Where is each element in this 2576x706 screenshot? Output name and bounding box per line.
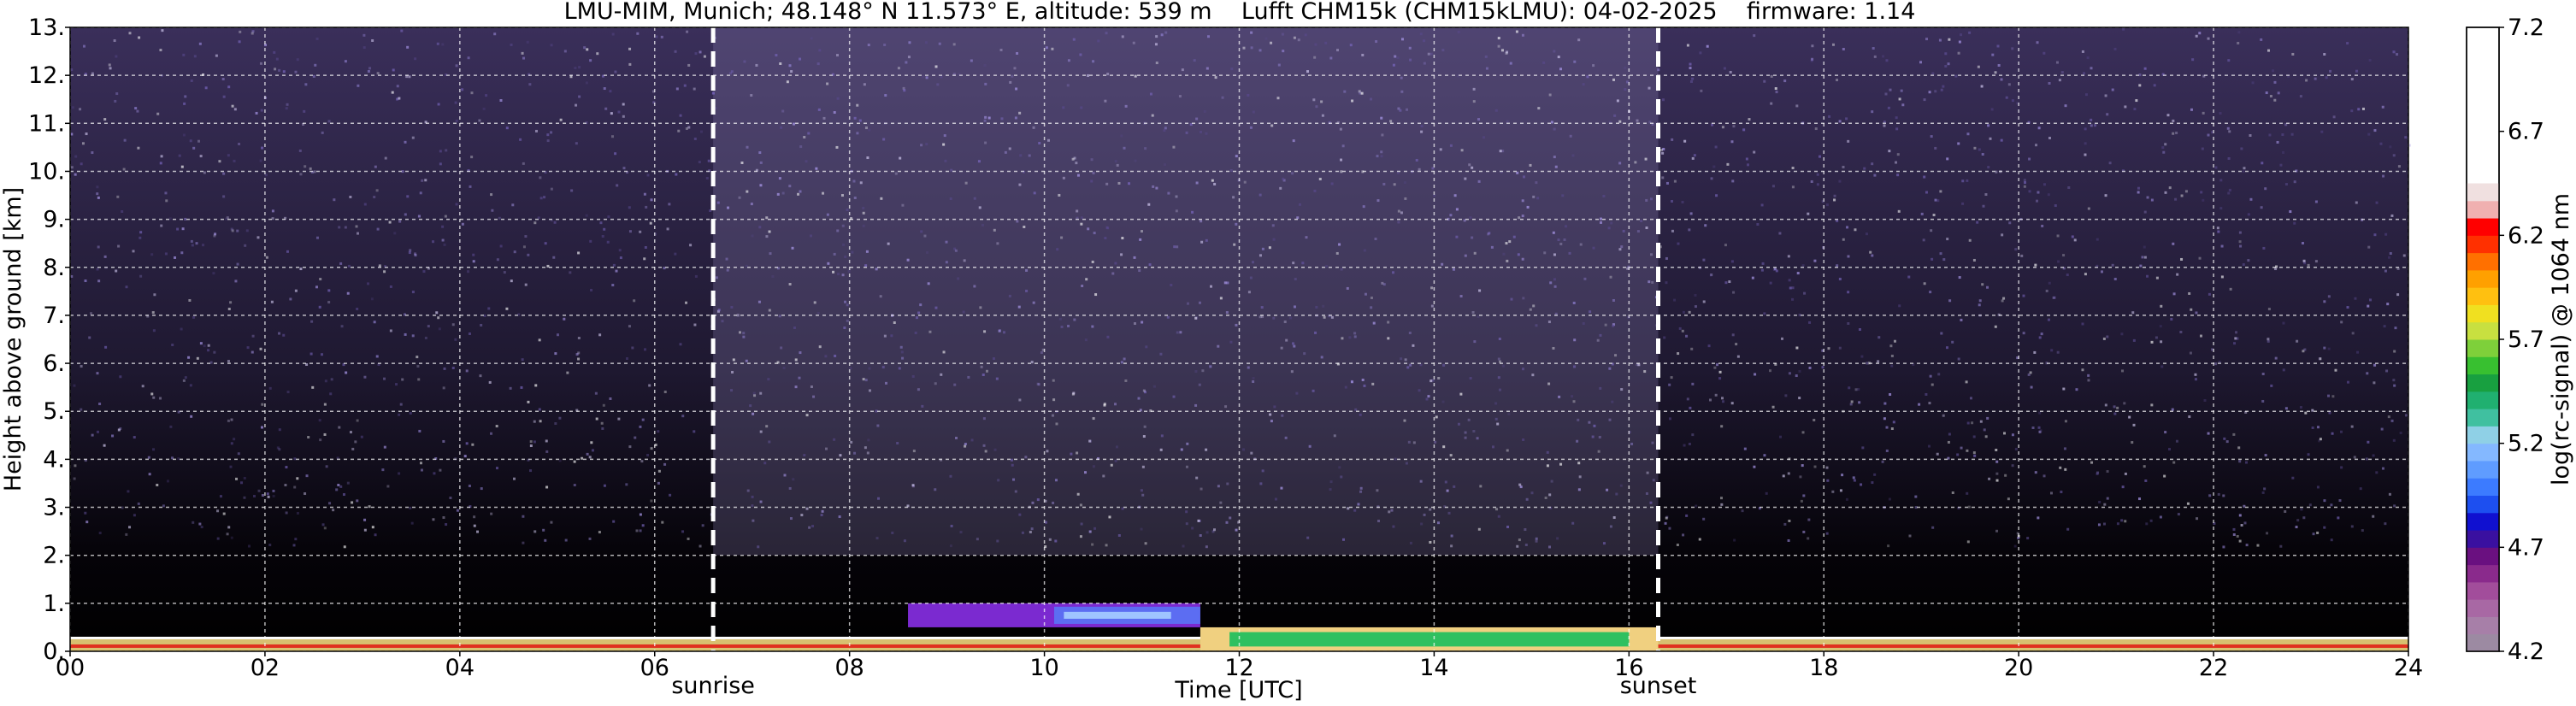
colorbar-segment <box>2467 235 2499 254</box>
colorbar-tick-label: 7.2 <box>2508 15 2544 41</box>
colorbar-segment <box>2467 564 2499 583</box>
colorbar-segment <box>2467 304 2499 323</box>
colorbar-segment <box>2467 356 2499 375</box>
colorbar-tick-label: 4.2 <box>2508 638 2544 665</box>
colorbar-segment <box>2467 512 2499 531</box>
colorbar-segment <box>2467 633 2499 652</box>
y-tick-label: 2. <box>43 543 65 569</box>
colorbar-segment <box>2467 616 2499 635</box>
colorbar-segment <box>2467 200 2499 219</box>
colorbar-segment <box>2467 339 2499 357</box>
y-tick-label: 8. <box>43 255 65 281</box>
colorbar-tick-label: 4.7 <box>2508 534 2544 561</box>
y-tick-label: 5. <box>43 398 65 425</box>
daytime-noise <box>713 27 1659 556</box>
y-tick-label: 7. <box>43 303 65 329</box>
colorbar-tick-label: 6.7 <box>2508 119 2544 145</box>
feature-daytime-boundary-layer <box>1200 627 1659 651</box>
colorbar-tick-label: 5.7 <box>2508 327 2544 353</box>
colorbar-segment <box>2467 183 2499 202</box>
y-tick-label: 12. <box>28 62 65 89</box>
x-tick-label: 08 <box>834 655 864 681</box>
sunrise-label: sunrise <box>671 673 755 699</box>
y-axis-label: Height above ground [km] <box>0 187 27 491</box>
colorbar-segment <box>2467 252 2499 271</box>
y-axis-ticks: 0. 1. 2. 3. 4. 5. 6. 7. 8. 9. 10. 11. 12. 13. <box>28 15 70 665</box>
colorbar-segment <box>2467 599 2499 617</box>
colorbar-segment <box>2467 391 2499 409</box>
colorbar-segment <box>2467 321 2499 340</box>
colorbar: 4.2 4.7 5.2 5.7 6.2 6.7 7.2 <box>2466 15 2544 665</box>
colorbar-segment <box>2467 443 2499 462</box>
colorbar-segment <box>2467 530 2499 548</box>
colorbar-segment <box>2467 478 2499 496</box>
colorbar-segment <box>2467 460 2499 479</box>
colorbar-segment <box>2467 287 2499 305</box>
sunset-label: sunset <box>1620 673 1697 699</box>
feature-elevated-aerosol-layer <box>908 603 1200 627</box>
colorbar-segment <box>2467 218 2499 236</box>
chart-title: LMU-MIM, Munich; 48.148° N 11.573° E, al… <box>564 0 1916 25</box>
x-tick-label: 10 <box>1029 655 1058 681</box>
y-tick-label: 4. <box>43 446 65 473</box>
colorbar-segment <box>2467 547 2499 566</box>
x-tick-label: 02 <box>251 655 280 681</box>
colorbar-segment <box>2467 426 2499 444</box>
y-tick-label: 1. <box>43 591 65 617</box>
x-tick-label: 20 <box>2004 655 2033 681</box>
y-tick-label: 9. <box>43 207 65 233</box>
x-tick-label: 18 <box>1809 655 1838 681</box>
colorbar-tick-label: 6.2 <box>2508 222 2544 249</box>
x-tick-label: 24 <box>2394 655 2423 681</box>
colorbar-segment <box>2467 581 2499 600</box>
x-tick-label: 22 <box>2199 655 2228 681</box>
plot-area <box>69 26 2411 652</box>
x-axis-label: Time [UTC] <box>1174 677 1302 703</box>
x-tick-label: 04 <box>445 655 475 681</box>
y-tick-label: 6. <box>43 350 65 377</box>
y-tick-label: 3. <box>43 495 65 521</box>
ceilometer-chart: LMU-MIM, Munich; 48.148° N 11.573° E, al… <box>0 0 2574 703</box>
y-tick-label: 0. <box>43 638 65 665</box>
colorbar-tick-label: 5.2 <box>2508 431 2544 457</box>
colorbar-segment <box>2467 409 2499 427</box>
colorbar-segment <box>2467 495 2499 514</box>
y-tick-label: 10. <box>28 158 65 185</box>
x-tick-label: 14 <box>1419 655 1448 681</box>
x-tick-label: 06 <box>640 655 669 681</box>
y-tick-label: 13. <box>28 15 65 41</box>
colorbar-label: log(rc-signal) @ 1064 nm <box>2548 193 2574 485</box>
colorbar-segment <box>2467 269 2499 288</box>
colorbar-segment <box>2467 374 2499 392</box>
y-tick-label: 11. <box>28 110 65 137</box>
